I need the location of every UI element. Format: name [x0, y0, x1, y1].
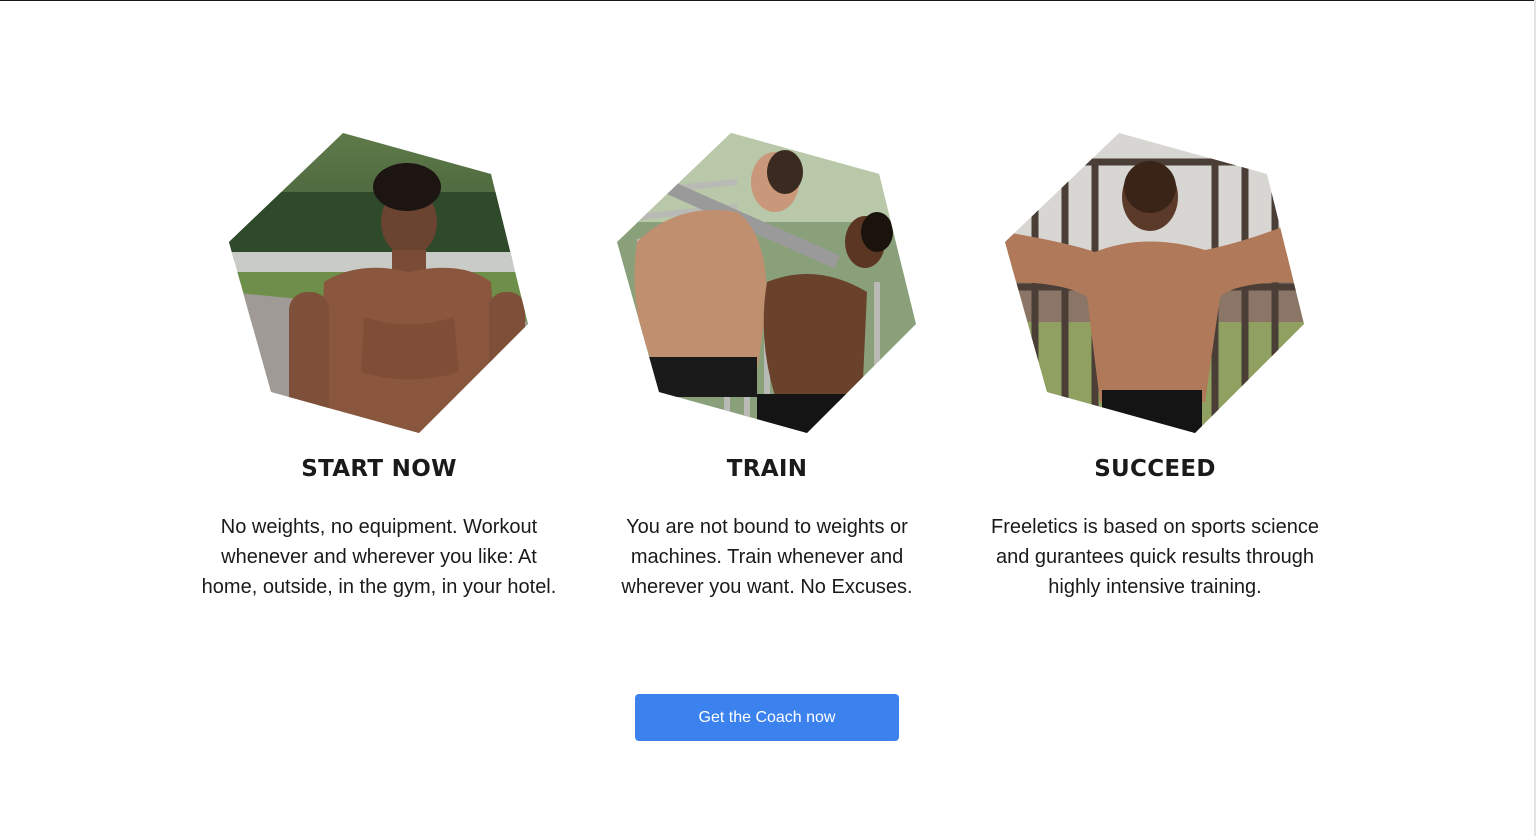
feature-image-start-now: [229, 132, 529, 434]
feature-image-succeed: [1005, 132, 1305, 434]
feature-title: SUCCEED: [1094, 456, 1216, 482]
feature-title: START NOW: [301, 456, 457, 482]
feature-description: You are not bound to weights or machines…: [621, 516, 913, 598]
feature-description: Freeletics is based on sports science an…: [991, 516, 1319, 598]
feature-image-train: [617, 132, 917, 434]
top-divider: [0, 0, 1536, 1]
feature-description: No weights, no equipment. Workout whenev…: [201, 516, 557, 598]
get-coach-button[interactable]: Get the Coach now: [635, 694, 899, 741]
feature-title: TRAIN: [726, 456, 808, 482]
